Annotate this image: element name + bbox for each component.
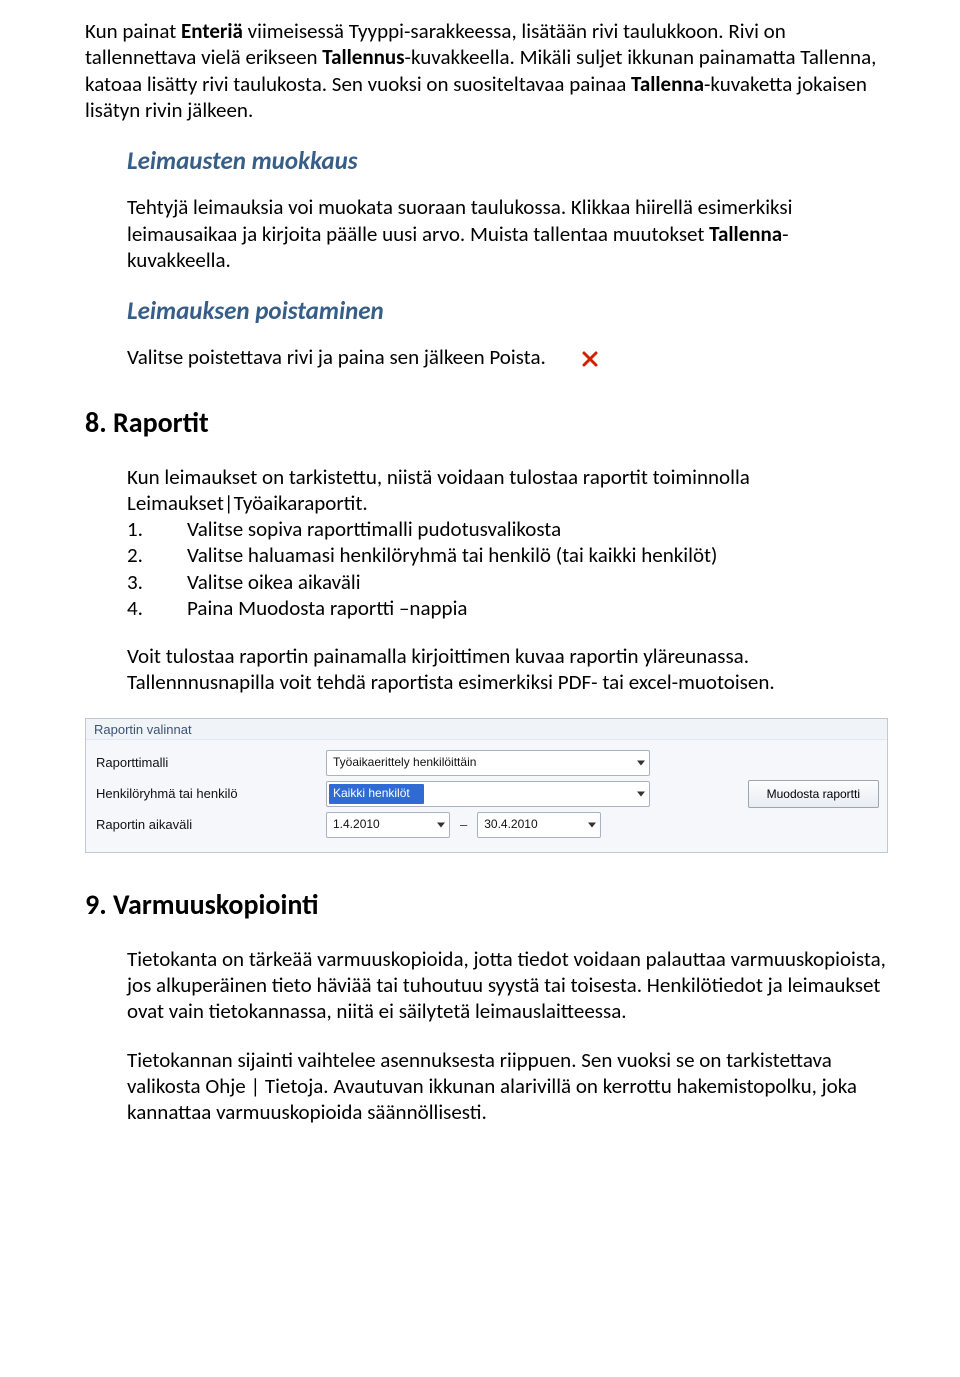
backup-paragraph-1: Tietokanta on tärkeää varmuuskopioida, j… [127, 946, 888, 1025]
list-text: Valitse oikea aikaväli [187, 569, 888, 595]
chevron-down-icon [637, 760, 645, 765]
edit-paragraph: Tehtyjä leimauksia voi muokata suoraan t… [127, 194, 888, 273]
person-dropdown[interactable]: Kaikki henkilöt [326, 781, 650, 807]
delete-icon [581, 350, 599, 368]
heading-edit-stamps: Leimausten muokkaus [127, 145, 888, 176]
list-item: 4.Paina Muodosta raportti –nappia [127, 595, 888, 621]
keyword-enter: Enteriä [181, 18, 243, 44]
label-date-range: Raportin aikaväli [96, 817, 326, 833]
label-person: Henkilöryhmä tai henkilö [96, 786, 326, 802]
heading-delete-stamp: Leimauksen poistaminen [127, 295, 888, 326]
reports-intro: Kun leimaukset on tarkistettu, niistä vo… [127, 464, 888, 517]
chevron-down-icon [437, 822, 445, 827]
list-number: 1. [127, 516, 187, 542]
list-item: 1.Valitse sopiva raporttimalli pudotusva… [127, 516, 888, 542]
dropdown-value: Kaikki henkilöt [333, 786, 410, 801]
list-number: 4. [127, 595, 187, 621]
row-date-range: Raportin aikaväli 1.4.2010 – 30.4.2010 [96, 812, 879, 838]
range-separator: – [460, 817, 467, 833]
delete-paragraph: Valitse poistettava rivi ja paina sen jä… [127, 344, 888, 370]
date-value: 30.4.2010 [484, 817, 537, 832]
backup-paragraph-2: Tietokannan sijainti vaihtelee asennukse… [127, 1047, 888, 1126]
reports-steps-list: 1.Valitse sopiva raporttimalli pudotusva… [127, 516, 888, 621]
heading-reports: 8. Raportit [85, 405, 888, 440]
chevron-down-icon [588, 822, 596, 827]
heading-backup: 9. Varmuuskopiointi [85, 887, 888, 922]
group-title: Raportin valinnat [86, 719, 887, 740]
keyword-save: Tallenna [631, 71, 704, 97]
row-report-template: Raporttimalli Työaikaerittely henkilöitt… [96, 750, 879, 776]
page-container: Kun painat Enteriä viimeisessä Tyyppi-sa… [0, 0, 960, 1155]
list-text: Valitse haluamasi henkilöryhmä tai henki… [187, 542, 888, 568]
text: Tehtyjä leimauksia voi muokata suoraan t… [127, 194, 792, 246]
date-from-input[interactable]: 1.4.2010 [326, 812, 450, 838]
list-item: 2.Valitse haluamasi henkilöryhmä tai hen… [127, 542, 888, 568]
report-template-dropdown[interactable]: Työaikaerittely henkilöittäin [326, 750, 650, 776]
row-person: Henkilöryhmä tai henkilö Kaikki henkilöt… [96, 780, 879, 808]
list-text: Valitse sopiva raporttimalli pudotusvali… [187, 516, 888, 542]
keyword-save: Tallenna [709, 221, 782, 247]
generate-report-button[interactable]: Muodosta raportti [748, 780, 879, 808]
text: Kun painat [85, 18, 181, 44]
date-value: 1.4.2010 [333, 817, 380, 832]
text: Valitse poistettava rivi ja paina sen jä… [127, 344, 546, 370]
list-number: 3. [127, 569, 187, 595]
indent-block: Leimausten muokkaus Tehtyjä leimauksia v… [85, 145, 888, 371]
dropdown-value: Työaikaerittely henkilöittäin [333, 755, 476, 770]
list-text: Paina Muodosta raportti –nappia [187, 595, 888, 621]
intro-paragraph: Kun painat Enteriä viimeisessä Tyyppi-sa… [85, 18, 888, 123]
reports-note: Voit tulostaa raportin painamalla kirjoi… [127, 643, 888, 696]
list-item: 3.Valitse oikea aikaväli [127, 569, 888, 595]
keyword-save-icon: Tallennus [322, 44, 404, 70]
backup-block: Tietokanta on tärkeää varmuuskopioida, j… [85, 946, 888, 1126]
form-rows: Raporttimalli Työaikaerittely henkilöitt… [86, 740, 887, 852]
label-report-template: Raporttimalli [96, 755, 326, 771]
date-to-input[interactable]: 30.4.2010 [477, 812, 601, 838]
reports-block: Kun leimaukset on tarkistettu, niistä vo… [85, 464, 888, 696]
report-options-panel: Raportin valinnat Raporttimalli Työaikae… [85, 718, 888, 853]
chevron-down-icon [637, 791, 645, 796]
list-number: 2. [127, 542, 187, 568]
